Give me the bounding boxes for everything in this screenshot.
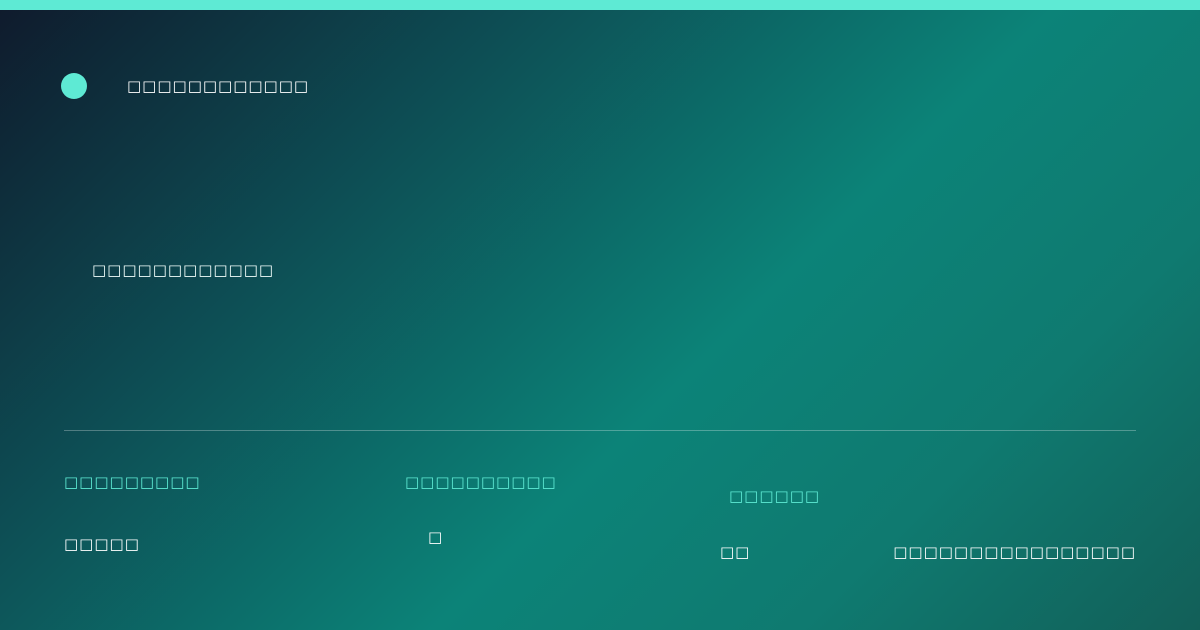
headline: □□□□□□□□□□□□ xyxy=(92,261,275,279)
stat-value-1: □□□□□ xyxy=(64,535,140,553)
stat-label-3: □□□□□□ xyxy=(729,487,821,505)
header: □□□□□□□□□□□□ xyxy=(61,73,309,99)
logo-dot-icon xyxy=(61,73,87,99)
stat-value-3: □□ xyxy=(720,543,751,561)
stat-value-2: □ xyxy=(428,528,444,546)
stat-label-2: □□□□□□□□□□ xyxy=(405,473,557,491)
top-accent-bar xyxy=(0,0,1200,10)
brand-name: □□□□□□□□□□□□ xyxy=(127,77,310,95)
divider xyxy=(64,430,1136,431)
stat-label-1: □□□□□□□□□ xyxy=(64,473,201,491)
footer-note: □□□□□□□□□□□□□□□□ xyxy=(893,543,1136,561)
